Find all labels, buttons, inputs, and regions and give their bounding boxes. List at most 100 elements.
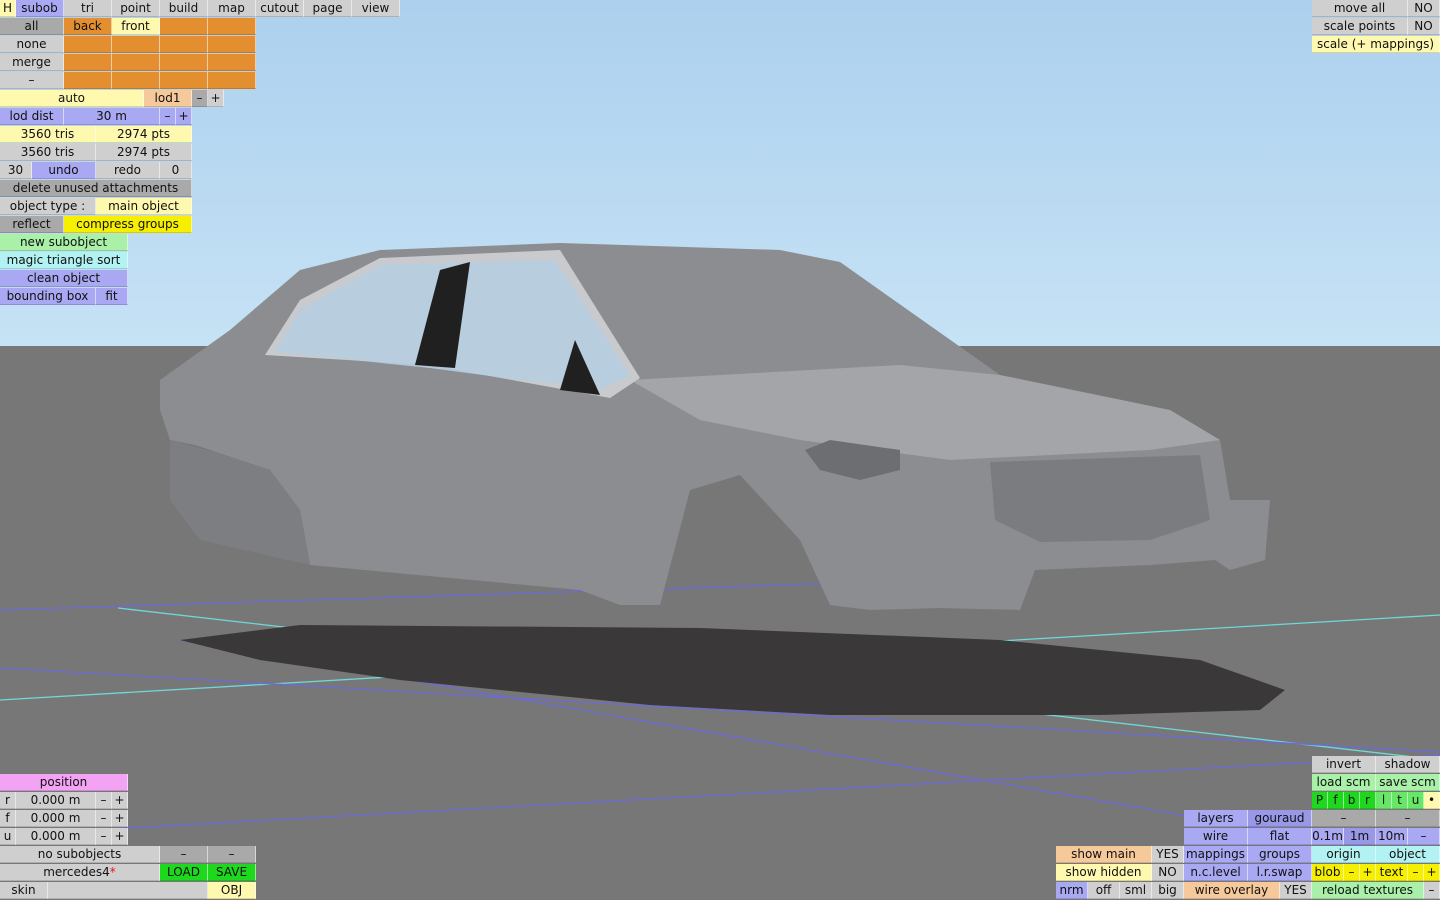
shadow-button[interactable]: shadow [1376, 756, 1440, 773]
subobject-dash-2[interactable]: – [208, 846, 256, 863]
show-main-toggle[interactable]: show main [1056, 846, 1152, 863]
text-plus[interactable]: + [1424, 864, 1440, 881]
sml-button[interactable]: sml [1120, 882, 1152, 899]
subob-slot[interactable] [112, 36, 160, 53]
view-b[interactable]: b [1344, 792, 1360, 809]
subob-all[interactable]: all [0, 18, 64, 35]
delete-unused-attachments-button[interactable]: delete unused attachments [0, 180, 192, 197]
show-hidden-toggle[interactable]: show hidden [1056, 864, 1152, 881]
view-r[interactable]: r [1360, 792, 1376, 809]
menu-tri[interactable]: tri [64, 0, 112, 17]
mappings-button[interactable]: mappings [1184, 846, 1248, 863]
menu-map[interactable]: map [208, 0, 256, 17]
subobject-dash-1[interactable]: – [160, 846, 208, 863]
subob-slot[interactable] [64, 36, 112, 53]
view-dot[interactable]: • [1424, 792, 1440, 809]
wire-overlay-value[interactable]: YES [1280, 882, 1312, 899]
subob-none[interactable]: none [0, 36, 64, 53]
load-scm-button[interactable]: load scm [1312, 774, 1376, 791]
off-button[interactable]: off [1088, 882, 1120, 899]
u-minus[interactable]: – [96, 828, 112, 845]
save-scm-button[interactable]: save scm [1376, 774, 1440, 791]
f-plus[interactable]: + [112, 810, 128, 827]
subob-slot[interactable] [160, 54, 208, 71]
step-0-1m[interactable]: 0.1m [1312, 828, 1344, 845]
lod-plus-button[interactable]: + [208, 90, 224, 107]
skin-field[interactable] [48, 882, 208, 899]
subob-slot[interactable] [208, 72, 256, 89]
step-10m[interactable]: 10m [1376, 828, 1408, 845]
blob-minus[interactable]: – [1344, 864, 1360, 881]
redo-button[interactable]: redo [96, 162, 160, 179]
subob-back[interactable]: back [64, 18, 112, 35]
groups-button[interactable]: groups [1248, 846, 1312, 863]
text-button[interactable]: text [1376, 864, 1408, 881]
subob-slot[interactable] [208, 54, 256, 71]
reflect-button[interactable]: reflect [0, 216, 64, 233]
menu-cutout[interactable]: cutout [256, 0, 304, 17]
subob-slot[interactable] [112, 72, 160, 89]
gouraud-button[interactable]: gouraud [1248, 810, 1312, 827]
save-button[interactable]: SAVE [208, 864, 256, 881]
view-t[interactable]: t [1392, 792, 1408, 809]
flat-button[interactable]: flat [1248, 828, 1312, 845]
u-value-field[interactable]: 0.000 m [16, 828, 96, 845]
view-dash-1[interactable]: – [1312, 810, 1376, 827]
3d-viewport[interactable] [0, 0, 1440, 900]
r-plus[interactable]: + [112, 792, 128, 809]
menu-page[interactable]: page [304, 0, 352, 17]
menu-subob[interactable]: subob [16, 0, 64, 17]
r-minus[interactable]: – [96, 792, 112, 809]
subob-slot[interactable] [160, 36, 208, 53]
fit-button[interactable]: fit [96, 288, 128, 305]
clean-object-button[interactable]: clean object [0, 270, 128, 287]
subob-slot[interactable] [64, 72, 112, 89]
subob-dash[interactable]: – [0, 72, 64, 89]
lod-auto-button[interactable]: auto [0, 90, 144, 107]
big-button[interactable]: big [1152, 882, 1184, 899]
lr-swap-button[interactable]: l.r.swap [1248, 864, 1312, 881]
subob-merge[interactable]: merge [0, 54, 64, 71]
menu-point[interactable]: point [112, 0, 160, 17]
u-plus[interactable]: + [112, 828, 128, 845]
filename-field[interactable]: mercedes4* [0, 864, 160, 881]
lod-level[interactable]: lod1 [144, 90, 192, 107]
lod-dist-value[interactable]: 30 m [64, 108, 160, 125]
lod-dist-minus[interactable]: – [160, 108, 176, 125]
scale-points-value[interactable]: NO [1408, 18, 1440, 35]
reload-dash[interactable]: – [1424, 882, 1440, 899]
bounding-box-button[interactable]: bounding box [0, 288, 96, 305]
subob-front[interactable]: front [112, 18, 160, 35]
new-subobject-button[interactable]: new subobject [0, 234, 128, 251]
layers-button[interactable]: layers [1184, 810, 1248, 827]
subob-slot[interactable] [208, 36, 256, 53]
move-all-value[interactable]: NO [1408, 0, 1440, 17]
reload-textures-button[interactable]: reload textures [1312, 882, 1424, 899]
subob-slot[interactable] [160, 72, 208, 89]
lod-minus-button[interactable]: – [192, 90, 208, 107]
lod-dist-plus[interactable]: + [176, 108, 192, 125]
menu-view[interactable]: view [352, 0, 400, 17]
r-value-field[interactable]: 0.000 m [16, 792, 96, 809]
menu-h[interactable]: H [0, 0, 16, 17]
text-minus[interactable]: – [1408, 864, 1424, 881]
show-main-value[interactable]: YES [1152, 846, 1184, 863]
step-1m[interactable]: 1m [1344, 828, 1376, 845]
object-type-select[interactable]: main object [96, 198, 192, 215]
view-u[interactable]: u [1408, 792, 1424, 809]
wire-button[interactable]: wire [1184, 828, 1248, 845]
view-p[interactable]: P [1312, 792, 1328, 809]
obj-button[interactable]: OBJ [208, 882, 256, 899]
subob-slot[interactable] [208, 18, 256, 35]
subob-slot[interactable] [160, 18, 208, 35]
invert-button[interactable]: invert [1312, 756, 1376, 773]
scale-points-button[interactable]: scale points [1312, 18, 1408, 35]
wire-overlay-toggle[interactable]: wire overlay [1184, 882, 1280, 899]
blob-plus[interactable]: + [1360, 864, 1376, 881]
subob-slot[interactable] [64, 54, 112, 71]
compress-groups-button[interactable]: compress groups [64, 216, 192, 233]
menu-build[interactable]: build [160, 0, 208, 17]
scale-mappings-button[interactable]: scale (+ mappings) [1312, 36, 1440, 53]
undo-button[interactable]: undo [32, 162, 96, 179]
nc-level-button[interactable]: n.c.level [1184, 864, 1248, 881]
